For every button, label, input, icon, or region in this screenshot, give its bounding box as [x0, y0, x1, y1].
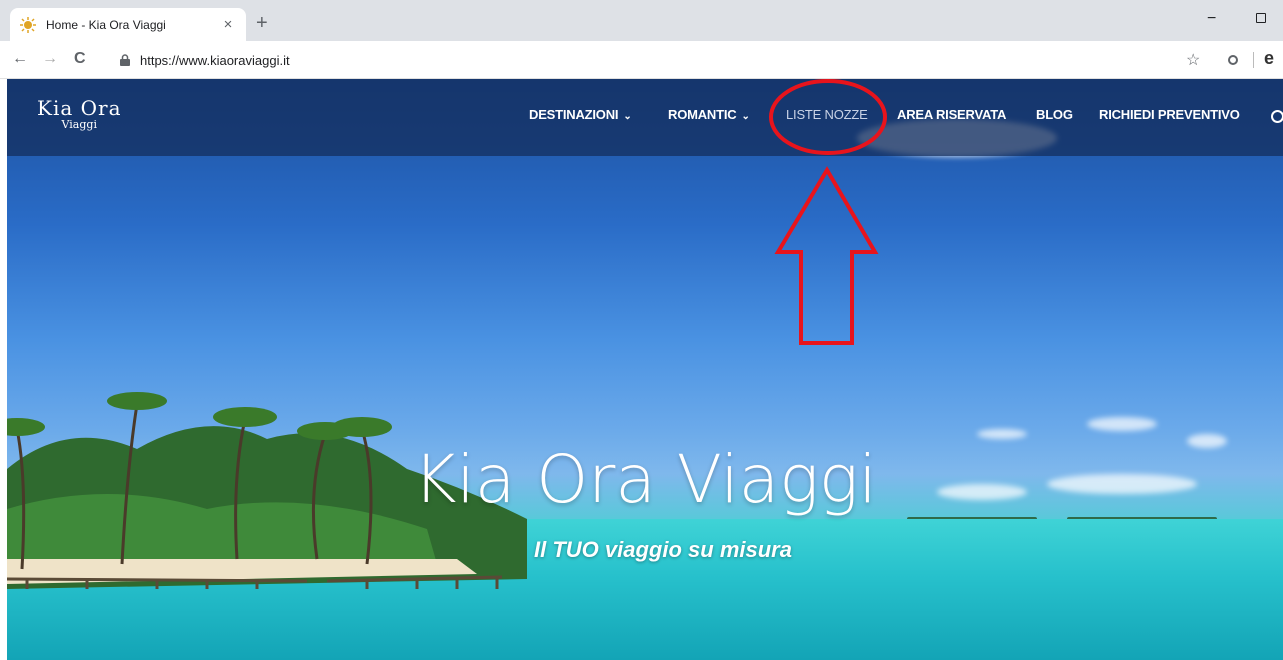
nav-romantic-label: ROMANTIC	[668, 107, 737, 122]
tab-title: Home - Kia Ora Viaggi	[46, 17, 166, 32]
profile-icon[interactable]: e	[1264, 48, 1274, 69]
cloud	[977, 429, 1027, 439]
minimize-window-button[interactable]: −	[1207, 10, 1216, 28]
nav-area-riservata[interactable]: AREA RISERVATA	[897, 107, 1006, 122]
new-tab-button[interactable]: +	[256, 13, 268, 33]
browser-tab[interactable]: Home - Kia Ora Viaggi ×	[10, 8, 246, 41]
toolbar-divider	[1253, 52, 1254, 68]
restore-window-button[interactable]	[1256, 13, 1266, 23]
lock-icon	[120, 54, 130, 66]
browser-tab-strip: Home - Kia Ora Viaggi × + −	[0, 0, 1283, 41]
logo-bottom-text: Viaggi	[61, 118, 97, 131]
sun-favicon-icon	[20, 16, 36, 33]
nav-romantic[interactable]: ROMANTIC ⌄	[668, 107, 750, 122]
back-button[interactable]: ←	[12, 49, 28, 69]
nav-destinazioni[interactable]: DESTINAZIONI ⌄	[529, 107, 632, 122]
nav-destinazioni-label: DESTINAZIONI	[529, 107, 619, 122]
nav-richiedi-preventivo[interactable]: RICHIEDI PREVENTIVO	[1099, 107, 1240, 122]
nav-liste-nozze[interactable]: LISTE NOZZE	[786, 107, 868, 122]
search-icon[interactable]	[1271, 110, 1283, 123]
chevron-down-icon: ⌄	[741, 111, 750, 122]
logo-top-text: Kia Ora	[37, 96, 122, 120]
address-bar[interactable]: https://www.kiaoraviaggi.it	[110, 47, 1210, 73]
url-text[interactable]: https://www.kiaoraviaggi.it	[140, 53, 290, 68]
chevron-down-icon: ⌄	[623, 111, 632, 122]
site-logo[interactable]: Kia Ora Viaggi	[37, 97, 122, 131]
hero-title: Kia Ora Viaggi	[413, 441, 877, 518]
nav-blog[interactable]: BLOG	[1036, 107, 1073, 122]
close-tab-icon[interactable]: ×	[220, 16, 236, 33]
site-navbar: Kia Ora Viaggi DESTINAZIONI ⌄ ROMANTIC ⌄ L…	[7, 79, 1283, 156]
cloud	[1087, 417, 1157, 431]
web-page: Kia Ora Viaggi DESTINAZIONI ⌄ ROMANTIC ⌄ L…	[7, 79, 1283, 660]
hero-subtitle: Il TUO viaggio su misura	[534, 537, 792, 562]
extension-icon[interactable]	[1228, 55, 1238, 65]
forward-button[interactable]: →	[42, 49, 58, 69]
browser-toolbar: ← → C https://www.kiaoraviaggi.it ☆ e	[0, 41, 1283, 79]
reload-button[interactable]: C	[74, 49, 86, 69]
bookmark-star-icon[interactable]: ☆	[1186, 50, 1200, 70]
